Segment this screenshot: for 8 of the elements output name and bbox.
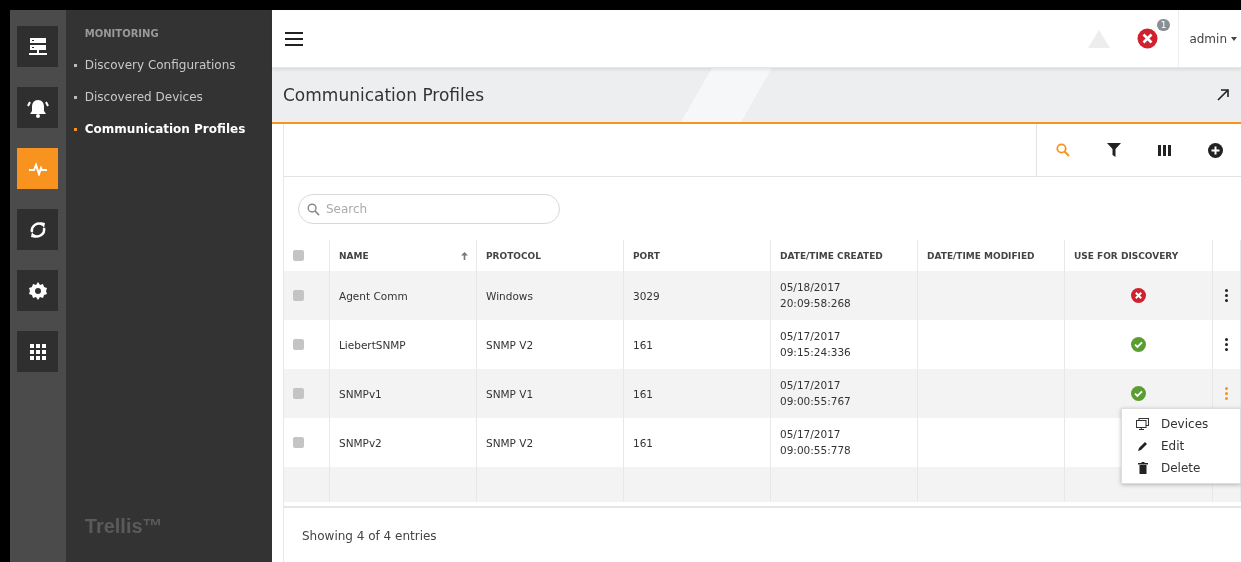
section-heading: MONITORING (84, 28, 160, 39)
table-cell-text: 05/17/2017 09:00:55:778 (780, 426, 851, 458)
table-cell-text: 05/18/2017 20:09:58:268 (780, 279, 851, 311)
count-badge: 1 (1156, 19, 1171, 31)
entries-summary: Showing 4 of 4 entries (284, 506, 1241, 543)
table-cell-text: 05/17/2017 09:15:24:336 (780, 328, 851, 360)
page-title: Communication Profiles (283, 85, 485, 105)
table-cell-text: 05/17/2017 09:00:55:767 (780, 377, 851, 409)
